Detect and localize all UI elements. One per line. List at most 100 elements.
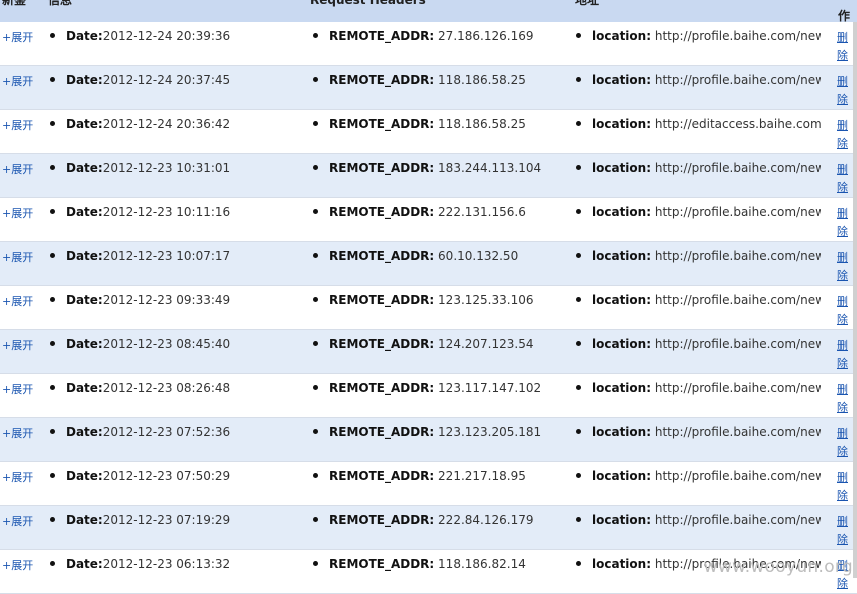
date-value: 2012-12-24 20:37:45 (102, 73, 231, 87)
location-key: location: (592, 337, 652, 351)
expand-link[interactable]: +展开 (2, 337, 33, 353)
date-cell: Date:2012-12-23 10:31:01 (50, 161, 230, 175)
request-cell: REMOTE_ADDR: 123.117.147.102 (313, 381, 541, 395)
delete-link[interactable]: 删除 (837, 293, 851, 329)
bullet-icon (576, 561, 581, 566)
location-key: location: (592, 205, 652, 219)
table-row: +展开 Date:2012-12-24 20:36:42 REMOTE_ADDR: … (0, 110, 857, 154)
bullet-icon (313, 209, 318, 214)
expand-link[interactable]: +展开 (2, 161, 33, 177)
expand-link[interactable]: +展开 (2, 469, 33, 485)
bullet-icon (576, 77, 581, 82)
date-value: 2012-12-24 20:39:36 (102, 29, 231, 43)
location-value: http://profile.baihe.com/new/Basi (654, 73, 821, 87)
location-value: http://profile.baihe.com/new/Basi (654, 337, 821, 351)
bullet-icon (50, 33, 55, 38)
location-value: http://profile.baihe.com/new/Basi (654, 29, 821, 43)
remote-addr-key: REMOTE_ADDR: (329, 469, 435, 483)
location-cell: location: http://profile.baihe.com/new/B… (576, 469, 821, 483)
table-row: +展开 Date:2012-12-23 10:07:17 REMOTE_ADDR: … (0, 242, 857, 286)
remote-addr-value: 123.117.147.102 (438, 381, 542, 395)
expand-link[interactable]: +展开 (2, 557, 33, 573)
date-value: 2012-12-24 20:36:42 (102, 117, 231, 131)
location-key: location: (592, 381, 652, 395)
date-cell: Date:2012-12-23 06:13:32 (50, 557, 230, 571)
expand-link[interactable]: +展开 (2, 425, 33, 441)
bullet-icon (50, 297, 55, 302)
bullet-icon (576, 121, 581, 126)
location-cell: location: http://profile.baihe.com/new/B… (576, 337, 821, 351)
date-cell: Date:2012-12-23 09:33:49 (50, 293, 230, 307)
date-cell: Date:2012-12-23 08:26:48 (50, 381, 230, 395)
delete-link[interactable]: 删除 (837, 73, 851, 109)
bullet-icon (50, 77, 55, 82)
bullet-icon (313, 385, 318, 390)
location-value: http://profile.baihe.com/new/Basi (654, 381, 821, 395)
date-key: Date: (66, 73, 103, 87)
delete-link[interactable]: 删除 (837, 161, 851, 197)
remote-addr-key: REMOTE_ADDR: (329, 161, 435, 175)
delete-link[interactable]: 删除 (837, 29, 851, 65)
bullet-icon (313, 297, 318, 302)
date-key: Date: (66, 469, 103, 483)
bullet-icon (313, 517, 318, 522)
location-cell: location: http://editaccess.baihe.com/ (576, 117, 821, 131)
request-cell: REMOTE_ADDR: 221.217.18.95 (313, 469, 526, 483)
delete-link[interactable]: 删除 (837, 205, 851, 241)
bullet-icon (50, 253, 55, 258)
delete-link[interactable]: 删除 (837, 513, 851, 549)
location-cell: location: http://profile.baihe.com/new/B… (576, 29, 821, 43)
expand-link[interactable]: +展开 (2, 381, 33, 397)
bullet-icon (576, 341, 581, 346)
remote-addr-key: REMOTE_ADDR: (329, 293, 435, 307)
request-cell: REMOTE_ADDR: 118.186.58.25 (313, 73, 526, 87)
expand-link[interactable]: +展开 (2, 73, 33, 89)
delete-link[interactable]: 删除 (837, 249, 851, 285)
date-key: Date: (66, 337, 103, 351)
bullet-icon (313, 473, 318, 478)
remote-addr-key: REMOTE_ADDR: (329, 337, 435, 351)
location-cell: location: http://profile.baihe.com/new/B… (576, 425, 821, 439)
location-value: http://profile.baihe.com/new/Basi (654, 513, 821, 527)
expand-link[interactable]: +展开 (2, 117, 33, 133)
remote-addr-value: 124.207.123.54 (438, 337, 534, 351)
expand-link[interactable]: +展开 (2, 205, 33, 221)
location-key: location: (592, 557, 652, 571)
date-value: 2012-12-23 07:50:29 (102, 469, 231, 483)
bullet-icon (313, 561, 318, 566)
delete-link[interactable]: 删除 (837, 117, 851, 153)
bullet-icon (50, 341, 55, 346)
remote-addr-key: REMOTE_ADDR: (329, 29, 435, 43)
expand-link[interactable]: +展开 (2, 513, 33, 529)
delete-link[interactable]: 删除 (837, 425, 851, 461)
bullet-icon (313, 33, 318, 38)
delete-link[interactable]: 删除 (837, 381, 851, 417)
table-header: 新鉴 信息 Request Headers 地址 (0, 0, 857, 23)
date-value: 2012-12-23 10:07:17 (102, 249, 231, 263)
remote-addr-value: 27.186.126.169 (438, 29, 534, 43)
expand-link[interactable]: +展开 (2, 29, 33, 45)
bullet-icon (313, 121, 318, 126)
location-value: http://profile.baihe.com/new/Basi (654, 425, 821, 439)
remote-addr-value: 123.125.33.106 (438, 293, 534, 307)
remote-addr-key: REMOTE_ADDR: (329, 425, 435, 439)
request-cell: REMOTE_ADDR: 222.84.126.179 (313, 513, 533, 527)
remote-addr-key: REMOTE_ADDR: (329, 73, 435, 87)
bullet-icon (50, 165, 55, 170)
date-key: Date: (66, 117, 103, 131)
delete-link[interactable]: 删除 (837, 337, 851, 373)
date-value: 2012-12-23 09:33:49 (102, 293, 231, 307)
date-key: Date: (66, 205, 103, 219)
bullet-icon (50, 429, 55, 434)
bullet-icon (313, 77, 318, 82)
scrollbar[interactable] (853, 22, 857, 578)
request-cell: REMOTE_ADDR: 123.123.205.181 (313, 425, 541, 439)
bullet-icon (576, 429, 581, 434)
remote-addr-value: 123.123.205.181 (438, 425, 542, 439)
expand-link[interactable]: +展开 (2, 249, 33, 265)
location-cell: location: http://profile.baihe.com/new/B… (576, 293, 821, 307)
expand-link[interactable]: +展开 (2, 293, 33, 309)
bullet-icon (576, 385, 581, 390)
bullet-icon (50, 473, 55, 478)
delete-link[interactable]: 删除 (837, 469, 851, 505)
